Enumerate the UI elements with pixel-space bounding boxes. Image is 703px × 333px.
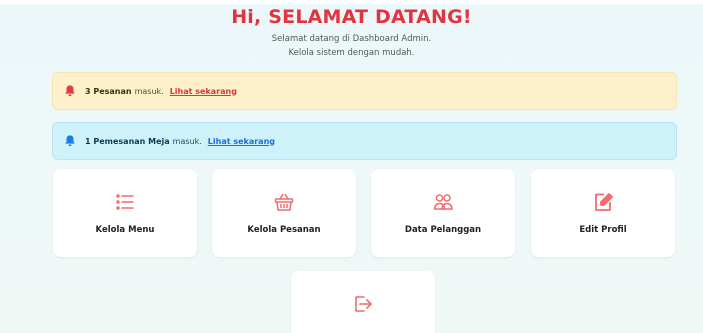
bell-icon bbox=[63, 84, 77, 98]
welcome-subtitle-secondary: Kelola sistem dengan mudah. bbox=[288, 48, 415, 58]
kelola-menu-card[interactable]: Kelola Menu bbox=[53, 169, 197, 257]
reservation-text: masuk. bbox=[172, 136, 202, 146]
welcome-subtitle: Selamat datang di Dashboard Admin. bbox=[271, 34, 432, 44]
orders-text: masuk. bbox=[134, 86, 164, 96]
card-label: Edit Profil bbox=[579, 225, 627, 235]
table-reservation-alert: 1 Pemesanan Meja masuk. Lihat sekarang bbox=[52, 122, 677, 160]
card-label: Kelola Menu bbox=[95, 225, 155, 235]
bell-icon bbox=[63, 134, 77, 148]
card-label: Data Pelanggan bbox=[404, 225, 482, 235]
new-orders-alert: 3 Pesanan masuk. Lihat sekarang bbox=[52, 72, 677, 110]
kelola-pesanan-card[interactable]: Kelola Pesanan bbox=[212, 169, 356, 257]
data-pelanggan-card[interactable]: Data Pelanggan bbox=[371, 169, 515, 257]
reservation-count: 1 Pemesanan Meja bbox=[85, 136, 170, 146]
logout-card[interactable] bbox=[291, 271, 435, 333]
basket-icon bbox=[273, 191, 295, 213]
page-title: Hi, SELAMAT DATANG! bbox=[231, 6, 472, 28]
users-icon bbox=[432, 191, 454, 213]
edit-icon bbox=[592, 191, 614, 213]
card-label: Kelola Pesanan bbox=[247, 225, 321, 235]
edit-profil-card[interactable]: Edit Profil bbox=[531, 169, 675, 257]
list-icon bbox=[114, 191, 136, 213]
view-orders-link[interactable]: Lihat sekarang bbox=[170, 87, 237, 96]
top-bar bbox=[0, 0, 703, 4]
logout-icon bbox=[352, 293, 374, 315]
view-reservations-link[interactable]: Lihat sekarang bbox=[208, 137, 275, 146]
orders-count: 3 Pesanan bbox=[85, 86, 132, 96]
